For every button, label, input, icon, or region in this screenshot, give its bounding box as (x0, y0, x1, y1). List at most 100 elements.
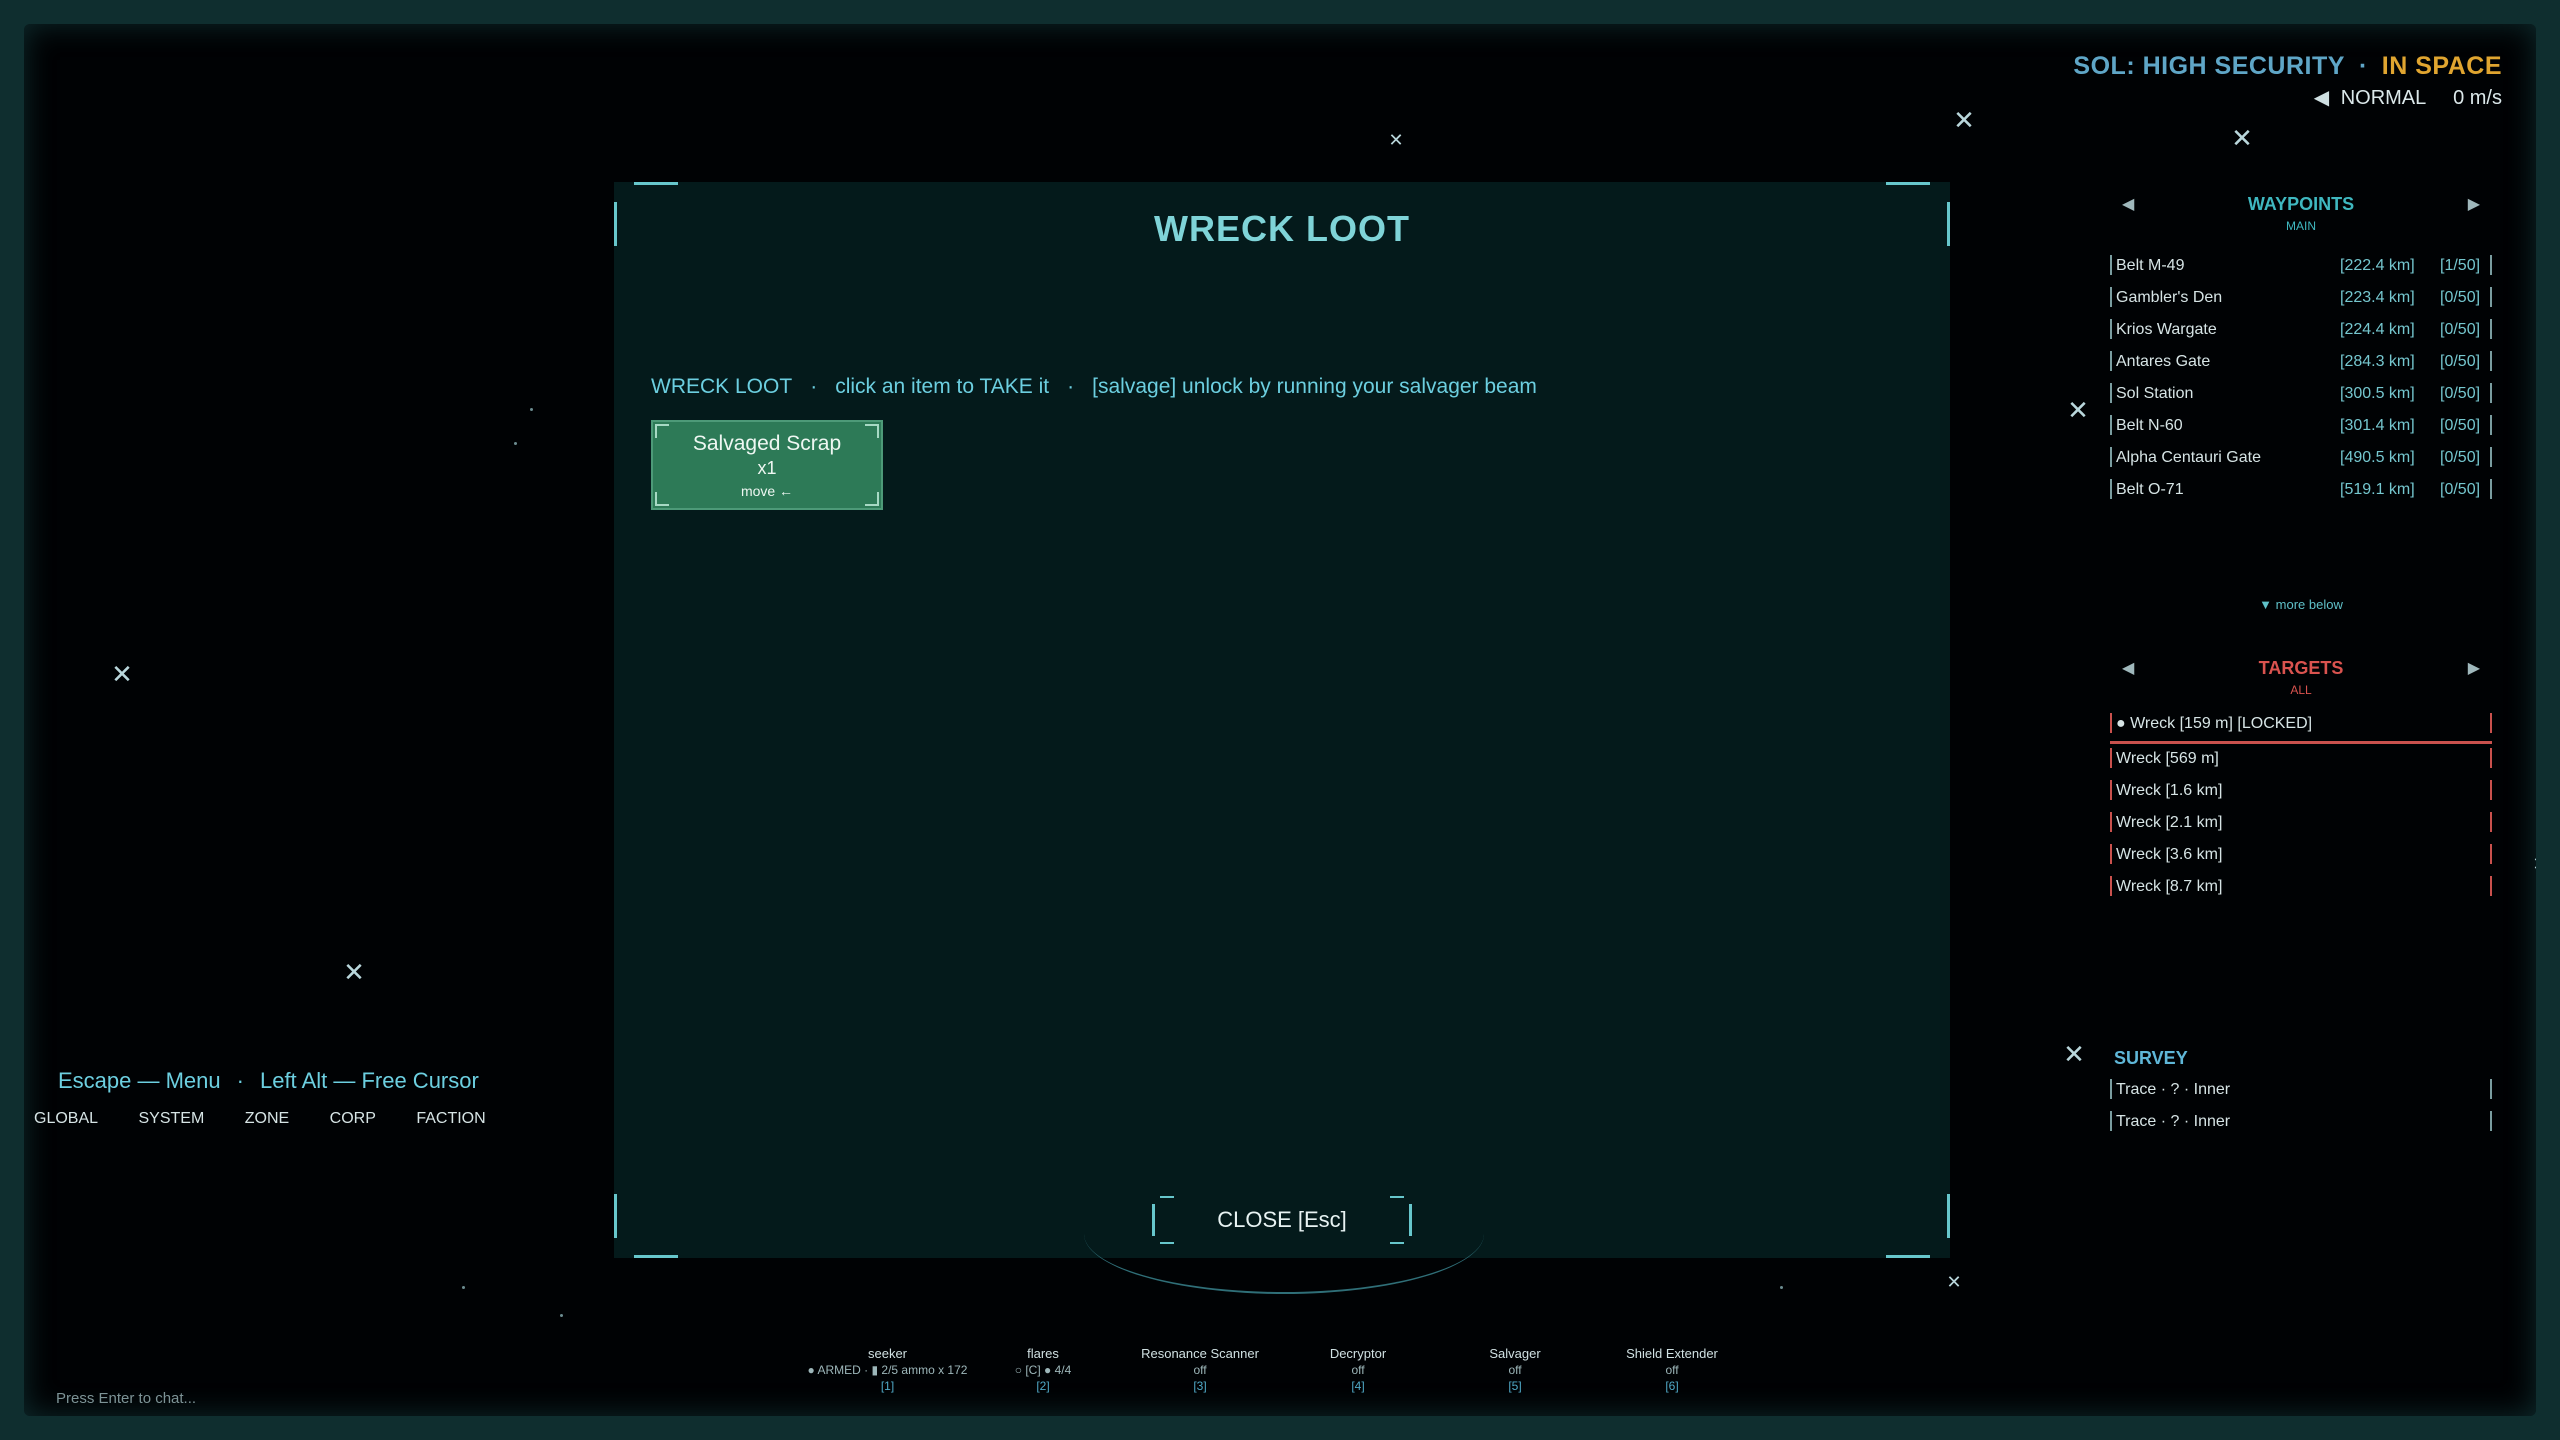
waypoint-name: Krios Wargate (2116, 321, 2217, 338)
module-name: Resonance Scanner (1141, 1346, 1259, 1361)
star-dot (530, 408, 533, 411)
target-row[interactable]: Wreck [2.1 km] (2110, 808, 2492, 840)
waypoint-row[interactable]: Alpha Centauri Gate [490.5 km] [0/50] (2110, 443, 2492, 475)
waypoint-distance: [301.4 km] (2340, 417, 2415, 434)
targets-prev-icon[interactable]: ◀ (2122, 658, 2134, 678)
target-row[interactable]: Wreck [1.6 km] (2110, 776, 2492, 808)
waypoint-distance: [284.3 km] (2340, 353, 2415, 370)
targets-list: ● Wreck [159 m] [LOCKED] Wreck [569 m] W… (2110, 709, 2492, 904)
waypoints-next-icon[interactable]: ▶ (2468, 194, 2480, 214)
button-corner (1160, 1242, 1174, 1244)
waypoints-header: ◀ WAYPOINTS MAIN ▶ (2110, 194, 2492, 233)
button-corner (1409, 1204, 1412, 1236)
frame-corner (1886, 1255, 1930, 1258)
chat-tab-global[interactable]: GLOBAL (28, 1108, 104, 1130)
survey-row[interactable]: Trace · ? · Inner (2110, 1075, 2492, 1107)
waypoints-list: Belt M-49 [222.4 km] [1/50] Gambler's Den [… (2110, 251, 2492, 507)
frame-corner (1947, 1194, 1950, 1238)
module-salvager[interactable]: Salvager off [5] (1440, 1346, 1590, 1394)
chat-tab-system[interactable]: SYSTEM (132, 1108, 210, 1130)
waypoint-distance: [222.4 km] (2340, 257, 2415, 274)
star-icon: ✕ (2231, 123, 2253, 153)
target-label: Wreck [2.1 km] (2116, 814, 2223, 831)
waypoint-row[interactable]: Antares Gate [284.3 km] [0/50] (2110, 347, 2492, 379)
waypoint-row[interactable]: Gambler's Den [223.4 km] [0/50] (2110, 283, 2492, 315)
module-resonance-scanner[interactable]: Resonance Scanner off [3] (1125, 1346, 1275, 1394)
waypoint-capacity: [0/50] (2440, 321, 2481, 338)
waypoint-row[interactable]: Belt O-71 [519.1 km] [0/50] (2110, 475, 2492, 507)
star-icon: ✕ (1191, 24, 1213, 27)
survey-row[interactable]: Trace · ? · Inner (2110, 1107, 2492, 1139)
survey-label: Trace · ? · Inner (2116, 1113, 2231, 1130)
target-row-locked[interactable]: ● Wreck [159 m] [LOCKED] (2110, 709, 2492, 744)
module-flares[interactable]: flares ○ [C] ● 4/4 [2] (968, 1346, 1118, 1394)
item-name: Salvaged Scrap (692, 432, 842, 455)
close-button[interactable]: CLOSE [Esc] (1152, 1196, 1412, 1244)
chat-tab-corp[interactable]: CORP (324, 1108, 382, 1130)
speed-readout: 0 m/s (2453, 87, 2502, 109)
waypoint-distance: [300.5 km] (2340, 385, 2415, 402)
module-key: [3] (1193, 1379, 1207, 1393)
module-shield-extender[interactable]: Shield Extender off [6] (1597, 1346, 1747, 1394)
survey-list: Trace · ? · Inner Trace · ? · Inner (2110, 1075, 2492, 1139)
module-decryptor[interactable]: Decryptor off [4] (1283, 1346, 1433, 1394)
status-separator: · (2358, 52, 2368, 80)
module-state: off (1665, 1363, 1679, 1377)
button-corner (1160, 1196, 1174, 1198)
target-row[interactable]: Wreck [8.7 km] (2110, 872, 2492, 904)
target-row[interactable]: Wreck [3.6 km] (2110, 840, 2492, 872)
waypoint-capacity: [0/50] (2440, 353, 2481, 370)
star-icon: ✕ (111, 659, 133, 689)
survey-title: SURVEY (2114, 1048, 2188, 1068)
chat-tab-faction[interactable]: FACTION (410, 1108, 491, 1130)
module-seeker[interactable]: seeker ● ARMED · ▮ 2/5 ammo x 172 [1] (800, 1346, 975, 1394)
loot-item-salvaged-scrap[interactable]: Salvaged Scrap x1 move ← (651, 420, 883, 510)
module-state: off (1193, 1363, 1207, 1377)
star-icon: ✕ (2063, 1039, 2085, 1069)
module-state: ○ [C] ● 4/4 (1014, 1363, 1072, 1377)
frame-corner (634, 1255, 678, 1258)
waypoints-prev-icon[interactable]: ◀ (2122, 194, 2134, 214)
loot-title: WRECK LOOT (1154, 208, 1410, 249)
chat-tabs: GLOBAL SYSTEM ZONE CORP FACTION (28, 1108, 516, 1130)
targets-panel: ◀ TARGETS ALL ▶ ● Wreck [159 m] [LOCKED]… (2110, 658, 2492, 904)
waypoint-row[interactable]: Belt N-60 [301.4 km] [0/50] (2110, 411, 2492, 443)
waypoint-capacity: [0/50] (2440, 481, 2481, 498)
targets-next-icon[interactable]: ▶ (2468, 658, 2480, 678)
waypoint-name: Sol Station (2116, 385, 2194, 402)
module-key: [4] (1351, 1379, 1365, 1393)
star-icon: ✕ (1953, 105, 1975, 135)
waypoint-row[interactable]: Belt M-49 [222.4 km] [1/50] (2110, 251, 2492, 283)
waypoints-title: WAYPOINTS (2247, 194, 2355, 214)
item-corner (655, 424, 669, 438)
targets-header: ◀ TARGETS ALL ▶ (2110, 658, 2492, 697)
waypoint-name: Belt M-49 (2116, 257, 2185, 274)
star-icon: ✕ (343, 957, 365, 987)
help-label: WRECK LOOT (651, 375, 793, 398)
waypoints-more-link[interactable]: ▼ more below (2110, 597, 2492, 612)
star-icon: ✕ (2532, 855, 2536, 873)
system-name: SOL: HIGH SECURITY (2073, 52, 2345, 80)
item-corner (865, 492, 879, 506)
chat-tab-zone[interactable]: ZONE (239, 1108, 295, 1130)
mode-arrow-icon[interactable]: ◀ (2314, 87, 2329, 109)
waypoint-capacity: [0/50] (2440, 289, 2481, 306)
target-label: ● Wreck [159 m] [LOCKED] (2116, 715, 2313, 732)
waypoint-row[interactable]: Krios Wargate [224.4 km] [0/50] (2110, 315, 2492, 347)
help-separator: · (810, 375, 818, 398)
waypoint-capacity: [0/50] (2440, 385, 2481, 402)
waypoint-row[interactable]: Sol Station [300.5 km] [0/50] (2110, 379, 2492, 411)
module-key: [2] (1036, 1379, 1050, 1393)
target-label: Wreck [3.6 km] (2116, 846, 2223, 863)
button-corner (1152, 1204, 1155, 1236)
waypoint-name: Belt O-71 (2116, 481, 2184, 498)
close-label: CLOSE [Esc] (1217, 1207, 1347, 1232)
frame-corner (614, 1194, 617, 1238)
waypoint-name: Gambler's Den (2116, 289, 2223, 306)
module-key: [5] (1508, 1379, 1522, 1393)
waypoints-panel: ◀ WAYPOINTS MAIN ▶ Belt M-49 [222.4 km] [1… (2110, 194, 2492, 612)
target-row[interactable]: Wreck [569 m] (2110, 744, 2492, 776)
star-icon: ✕ (1946, 1272, 1962, 1292)
chat-input[interactable]: Press Enter to chat... (56, 1390, 196, 1407)
waypoint-distance: [223.4 km] (2340, 289, 2415, 306)
